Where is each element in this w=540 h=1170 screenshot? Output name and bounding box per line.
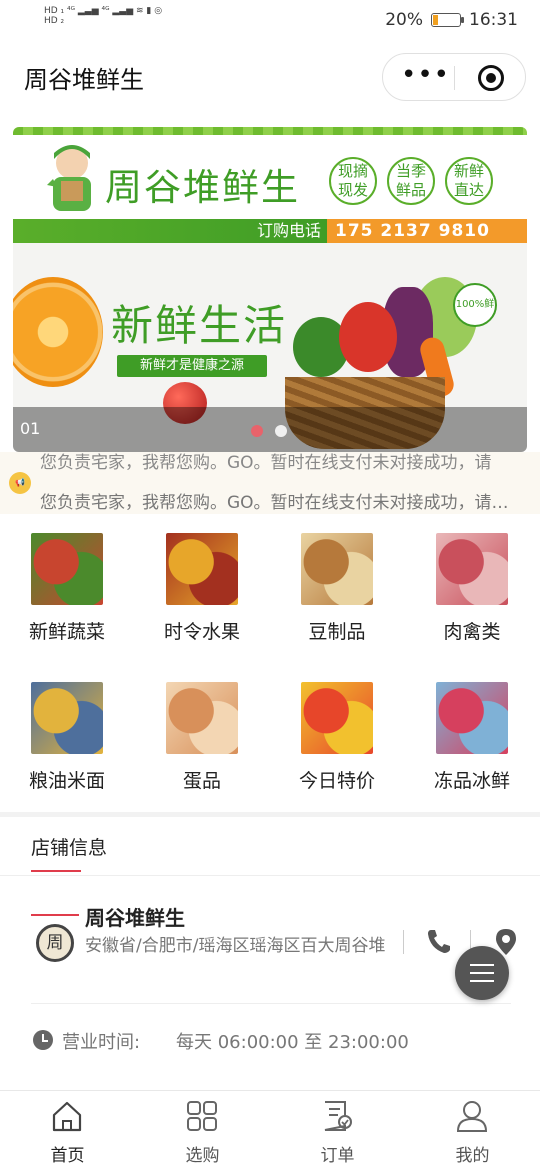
banner-badge: 新鲜 直达 (445, 157, 493, 205)
category-item[interactable]: 新鲜蔬菜 (6, 533, 126, 653)
tab-label: 选购 (185, 1146, 220, 1166)
category-item[interactable]: 粮油米面 (6, 682, 126, 802)
banner-badge: 现摘 现发 (329, 157, 377, 205)
banner-subslogan: 新鲜才是健康之源 (117, 355, 267, 377)
category-label: 今日特价 (298, 770, 375, 792)
hours-value: 每天 06:00:00 至 23:00:00 (176, 1032, 409, 1053)
clock-icon (33, 1030, 53, 1050)
tab-label: 我的 (455, 1146, 490, 1166)
carousel-dot[interactable] (251, 425, 263, 437)
category-label: 新鲜蔬菜 (28, 621, 105, 643)
category-image (301, 533, 373, 605)
tab-shop[interactable]: 选购 (135, 1091, 270, 1170)
tab-label: 首页 (50, 1146, 85, 1166)
battery-icon (431, 13, 464, 27)
category-image (166, 682, 238, 754)
mini-program-capsule: ••• (382, 53, 526, 101)
orange-slice-image (13, 277, 103, 387)
menu-fab-button[interactable] (455, 946, 509, 1000)
order-label: 订购电话 (13, 219, 327, 243)
shop-logo-char: 周 (36, 924, 74, 962)
category-label: 时令水果 (163, 621, 240, 643)
category-image (31, 682, 103, 754)
mascot-icon (47, 145, 91, 211)
category-item[interactable]: 今日特价 (276, 682, 396, 802)
grid-icon (187, 1101, 217, 1131)
category-image (301, 682, 373, 754)
banner-brand: 周谷堆鲜生 (105, 166, 300, 209)
category-item[interactable]: 蛋品 (141, 682, 261, 802)
tab-orders[interactable]: 订单 (270, 1091, 405, 1170)
hours-label: 营业时间: (62, 1032, 141, 1053)
shop-logo: 周 (31, 914, 79, 966)
category-label: 豆制品 (308, 621, 366, 643)
tab-home[interactable]: 首页 (0, 1091, 135, 1170)
user-icon (456, 1101, 488, 1132)
category-item[interactable]: 冻品冰鲜 (411, 682, 531, 802)
status-bar: HD ₁ ⁴ᴳ ▂▃▅ ⁴ᴳ ▂▃▅ ≋ ▮ ◎ HD ₂ 20% 16:31 (0, 0, 540, 40)
notice-text: 您负责宅家，我帮您购。GO。暂时在线支付未对接成功，请… (40, 493, 509, 513)
category-label: 粮油米面 (28, 770, 105, 792)
order-phone: 175 2137 9810 (327, 219, 527, 243)
battery-percent: 20% (385, 10, 423, 30)
order-icon (324, 1101, 352, 1131)
category-image (31, 533, 103, 605)
divider (403, 930, 404, 954)
status-right: 20% 16:31 (385, 10, 518, 30)
order-bar: 订购电话 175 2137 9810 (13, 219, 527, 243)
shop-address: 安徽省/合肥市/瑶海区瑶海区百大周谷堆 (85, 936, 386, 956)
tomato-image (339, 302, 397, 372)
category-image (436, 533, 508, 605)
banner-carousel[interactable]: 周谷堆鲜生 现摘 现发 当季 鲜品 新鲜 直达 订购电话 175 2137 98… (13, 127, 527, 452)
tab-profile[interactable]: 我的 (405, 1091, 540, 1170)
tab-bar: 首页 选购 订单 我的 (0, 1090, 540, 1170)
banner-stripe (13, 127, 527, 135)
more-dots-icon[interactable]: ••• (401, 62, 449, 93)
banner-header: 周谷堆鲜生 现摘 现发 当季 鲜品 新鲜 直达 (13, 127, 527, 219)
home-icon (52, 1101, 82, 1132)
slide-index: 01 (20, 419, 41, 438)
banner-badge: 当季 鲜品 (387, 157, 435, 205)
category-label: 冻品冰鲜 (433, 770, 510, 792)
divider (31, 1003, 511, 1004)
page-title: 周谷堆鲜生 (24, 66, 144, 94)
section-divider (0, 812, 540, 817)
network-indicator: HD ₁ ⁴ᴳ ▂▃▅ ⁴ᴳ ▂▃▅ ≋ ▮ ◎ HD ₂ (44, 6, 163, 26)
fresh-stamp: 100%鲜 (453, 283, 497, 327)
phone-icon[interactable] (426, 928, 450, 954)
carousel-dot[interactable] (275, 425, 287, 437)
shop-name: 周谷堆鲜生 (85, 906, 185, 930)
notice-icon: 📢 (9, 472, 31, 494)
tab-label: 订单 (320, 1146, 355, 1166)
category-item[interactable]: 肉禽类 (411, 533, 531, 653)
notice-text: 您负责宅家，我帮您购。GO。暂时在线支付未对接成功，请 (40, 453, 492, 473)
category-item[interactable]: 时令水果 (141, 533, 261, 653)
section-title[interactable]: 店铺信息 (31, 833, 107, 860)
divider (0, 875, 540, 876)
capsule-divider (454, 66, 455, 90)
clock-time: 16:31 (469, 10, 518, 30)
target-circle-icon[interactable] (478, 65, 504, 91)
category-image (166, 533, 238, 605)
notice-bar[interactable]: 📢 您负责宅家，我帮您购。GO。暂时在线支付未对接成功，请 您负责宅家，我帮您购… (0, 452, 540, 514)
category-image (436, 682, 508, 754)
category-label: 肉禽类 (443, 621, 501, 643)
category-label: 蛋品 (182, 770, 221, 792)
section-underline (31, 870, 81, 872)
banner-slogan: 新鲜生活 (111, 301, 288, 350)
category-item[interactable]: 豆制品 (276, 533, 396, 653)
slide-overlay (13, 407, 527, 452)
